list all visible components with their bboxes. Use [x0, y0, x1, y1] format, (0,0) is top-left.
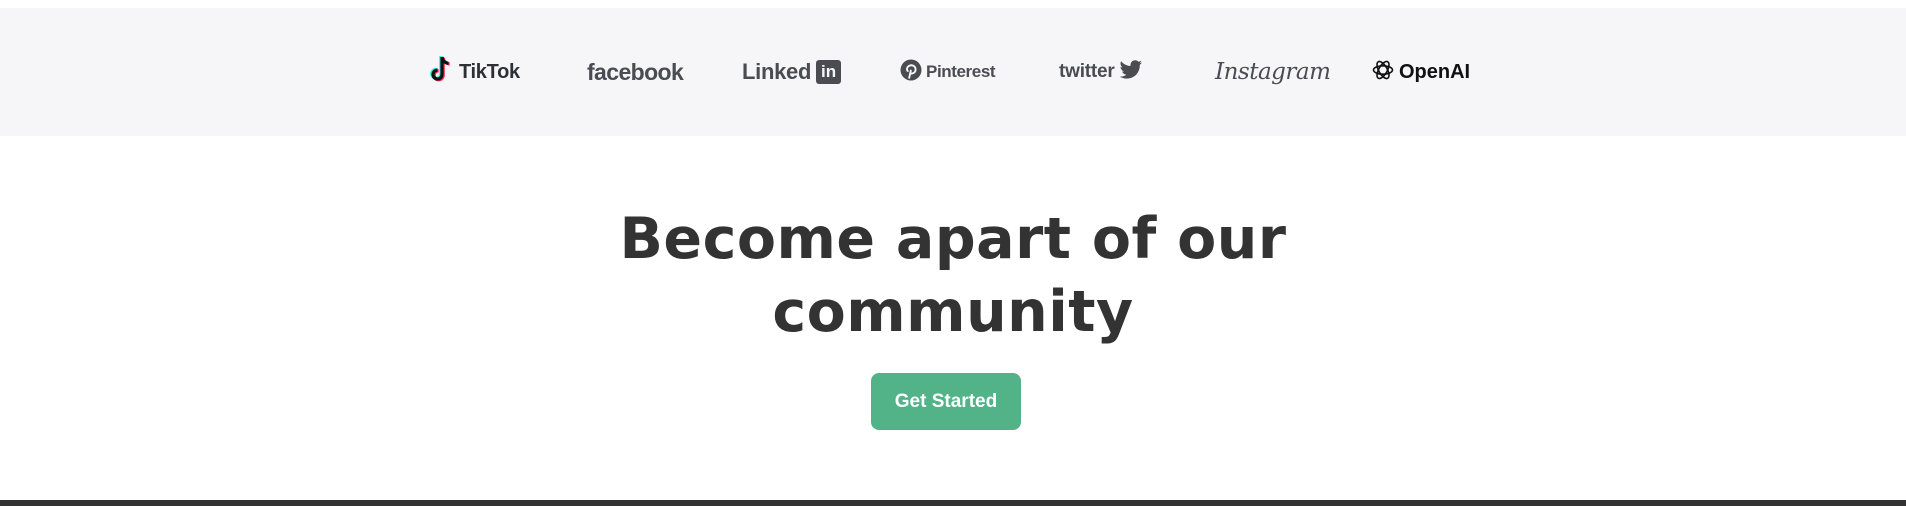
linkedin-logo[interactable]: Linked in — [742, 8, 842, 136]
tiktok-note-icon — [429, 55, 455, 90]
linkedin-logo-text: Linked — [742, 59, 812, 84]
tiktok-logo-text: TikTok — [459, 60, 520, 83]
top-strip — [0, 0, 1906, 8]
linkedin-in-badge: in — [816, 60, 842, 84]
openai-logo-text: OpenAI — [1399, 60, 1471, 83]
openai-knot-icon — [1371, 58, 1395, 87]
facebook-logo[interactable]: facebook — [587, 8, 684, 136]
get-started-button[interactable]: Get Started — [871, 373, 1021, 430]
openai-logo[interactable]: OpenAI — [1371, 8, 1470, 136]
pinterest-logo[interactable]: Pinterest — [900, 8, 996, 136]
instagram-logo[interactable]: Instagram — [1215, 8, 1331, 136]
instagram-logo-text: Instagram — [1215, 59, 1331, 85]
hero-headline-line-1: Become apart of our — [619, 206, 1287, 272]
hero-headline: Become apart of our community — [0, 203, 1906, 349]
pinterest-p-icon — [900, 59, 922, 86]
hero-headline-line-2: community — [772, 279, 1134, 345]
footer-edge — [0, 500, 1906, 506]
tiktok-logo[interactable]: TikTok — [429, 8, 520, 136]
twitter-logo[interactable]: twitter — [1059, 8, 1143, 136]
partner-logo-bar: TikTok facebook Linked in Pinterest twit… — [0, 8, 1906, 136]
twitter-bird-icon — [1119, 59, 1143, 85]
facebook-logo-text: facebook — [587, 58, 684, 85]
pinterest-logo-text: Pinterest — [926, 62, 996, 81]
twitter-logo-text: twitter — [1059, 61, 1115, 82]
